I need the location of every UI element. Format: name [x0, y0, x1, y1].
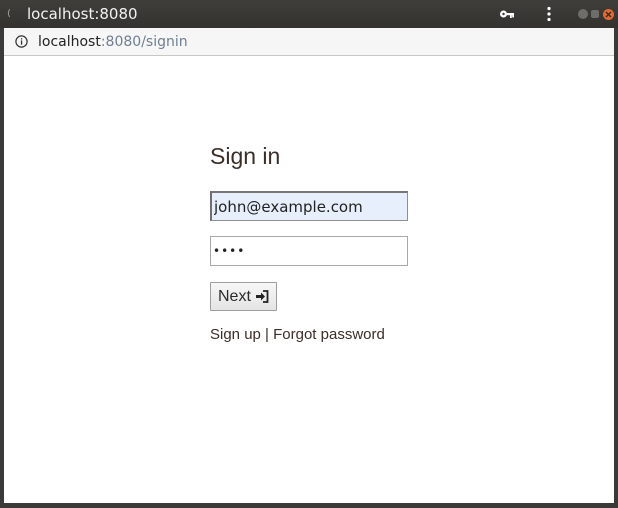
- address-bar[interactable]: localhost:8080/signin: [4, 28, 614, 56]
- url-host: localhost: [38, 34, 101, 50]
- signup-link[interactable]: Sign up: [210, 326, 261, 343]
- next-button[interactable]: Next: [210, 282, 277, 311]
- close-button[interactable]: [603, 9, 614, 20]
- close-icon: [605, 11, 612, 18]
- signin-form: Sign in Next Sign up | Forgot password: [210, 142, 410, 343]
- page-title: Sign in: [210, 143, 281, 169]
- menu-icon[interactable]: [545, 6, 553, 22]
- url-path: :8080/signin: [100, 34, 188, 50]
- window-titlebar: ⟨ localhost:8080: [0, 0, 618, 28]
- sign-in-icon: [255, 290, 269, 303]
- forgot-password-link[interactable]: Forgot password: [273, 326, 385, 343]
- url-text[interactable]: localhost:8080/signin: [38, 33, 188, 51]
- link-separator: |: [265, 326, 269, 343]
- minimize-button[interactable]: [578, 9, 588, 19]
- page-content: Sign in Next Sign up | Forgot password: [4, 56, 614, 503]
- account-links: Sign up | Forgot password: [210, 326, 385, 344]
- app-icon: ⟨: [7, 9, 11, 19]
- next-button-label: Next: [218, 287, 251, 305]
- key-icon[interactable]: [499, 7, 515, 21]
- window-bottom-border: [0, 503, 618, 508]
- window-title: localhost:8080: [27, 5, 138, 23]
- info-icon[interactable]: [15, 35, 28, 48]
- password-field[interactable]: [210, 236, 408, 266]
- email-field[interactable]: [210, 191, 408, 221]
- maximize-button[interactable]: [591, 10, 599, 18]
